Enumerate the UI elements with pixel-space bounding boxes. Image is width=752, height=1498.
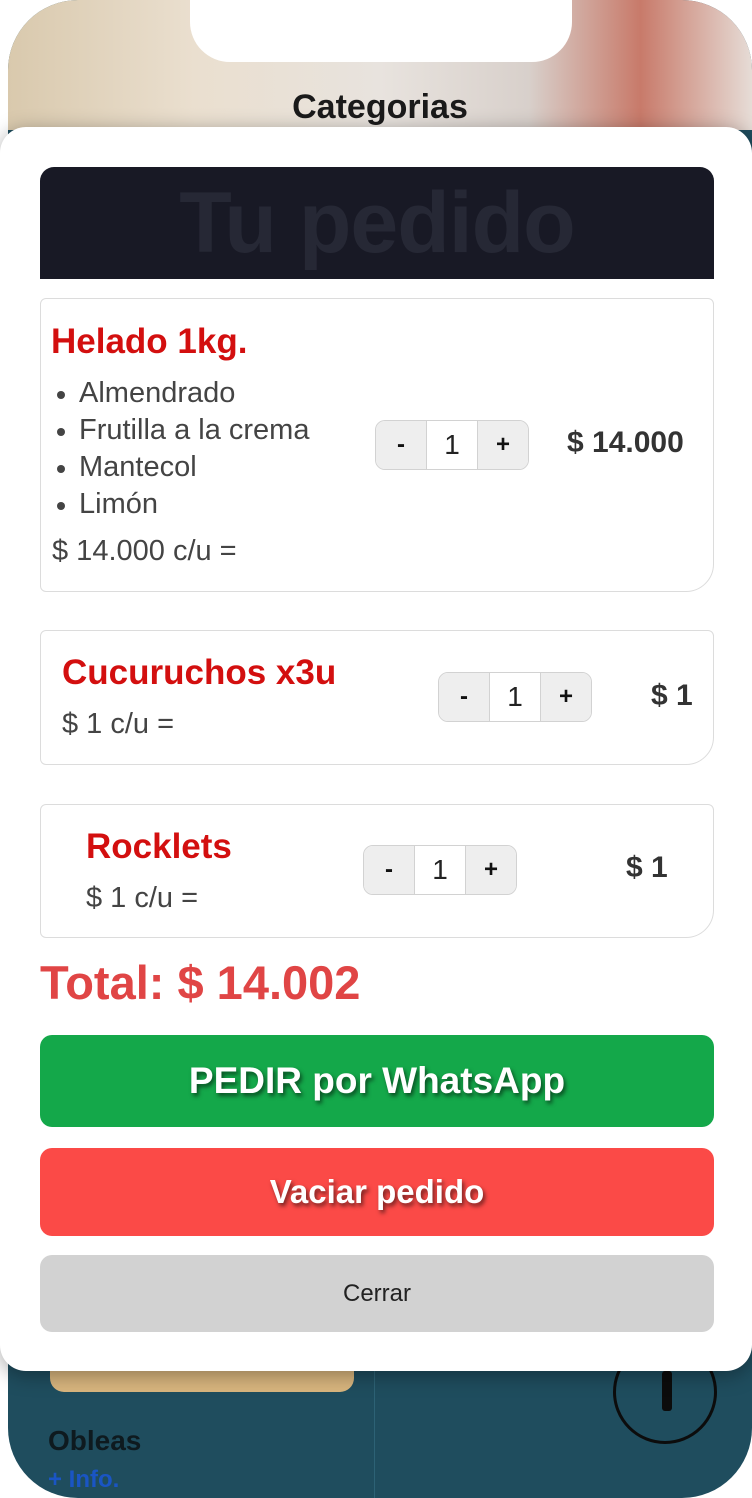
quantity-value: 1 [414, 846, 466, 894]
decrease-quantity-button[interactable]: - [364, 846, 414, 894]
decrease-quantity-button[interactable]: - [376, 421, 426, 469]
category-card-title: Obleas [48, 1425, 142, 1456]
categories-title: Categorias [292, 88, 468, 126]
order-item: Helado 1kg. Almendrado Frutilla a la cre… [40, 298, 714, 592]
quantity-stepper: - 1 + [363, 845, 517, 895]
increase-quantity-button[interactable]: + [466, 846, 516, 894]
more-info-link[interactable]: + Info. [48, 1466, 119, 1494]
item-name: Helado 1kg. [51, 322, 248, 361]
item-name: Cucuruchos x3u [62, 653, 337, 692]
phone-notch [190, 0, 572, 62]
quantity-stepper: - 1 + [438, 672, 592, 722]
order-whatsapp-button[interactable]: PEDIR por WhatsApp [40, 1035, 714, 1127]
quantity-stepper: - 1 + [375, 420, 529, 470]
flavor-item: Almendrado [53, 375, 309, 412]
item-subtotal: $ 1 [626, 851, 668, 884]
unit-price: $ 14.000 c/u = [52, 535, 237, 567]
divider [374, 1370, 375, 1498]
order-total: Total: $ 14.002 [40, 956, 361, 1009]
unit-price: $ 1 c/u = [62, 708, 175, 740]
flavor-item: Frutilla a la crema [53, 412, 309, 449]
increase-quantity-button[interactable]: + [541, 673, 591, 721]
quantity-value: 1 [426, 421, 478, 469]
order-modal: Tu pedido Helado 1kg. Almendrado Frutill… [0, 127, 752, 1371]
modal-header: Tu pedido [40, 167, 714, 279]
flavor-item: Mantecol [53, 449, 309, 486]
order-item: Cucuruchos x3u $ 1 c/u = - 1 + $ 1 [40, 630, 714, 765]
item-subtotal: $ 1 [651, 679, 693, 712]
item-name: Rocklets [86, 827, 232, 866]
unit-price: $ 1 c/u = [86, 882, 199, 914]
decrease-quantity-button[interactable]: - [439, 673, 489, 721]
increase-quantity-button[interactable]: + [478, 421, 528, 469]
modal-title: Tu pedido [179, 174, 575, 271]
close-button[interactable]: Cerrar [40, 1255, 714, 1332]
flavor-list: Almendrado Frutilla a la crema Mantecol … [53, 375, 309, 523]
empty-order-button[interactable]: Vaciar pedido [40, 1148, 714, 1236]
order-item: Rocklets $ 1 c/u = - 1 + $ 1 [40, 804, 714, 938]
quantity-value: 1 [489, 673, 541, 721]
flavor-item: Limón [53, 486, 309, 523]
item-subtotal: $ 14.000 [567, 426, 684, 459]
